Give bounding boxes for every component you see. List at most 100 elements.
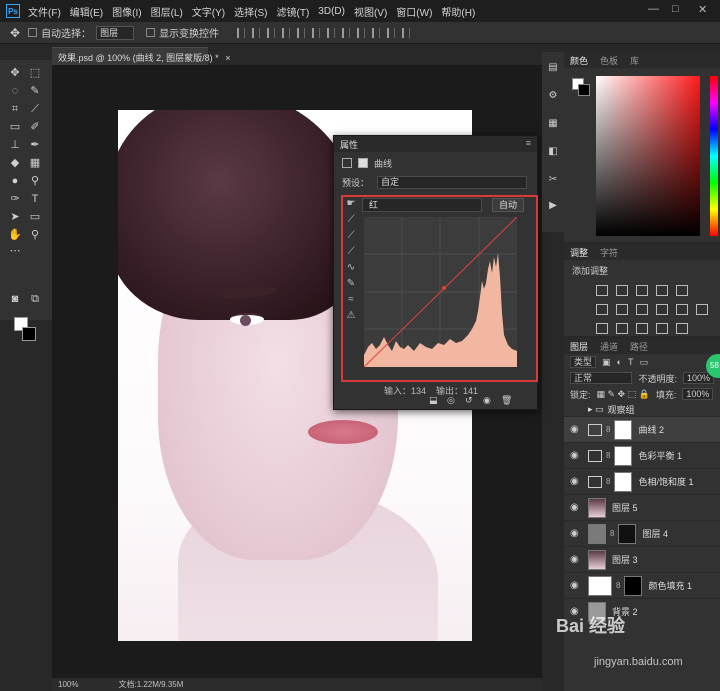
screen-mode-icon[interactable]: ⧉ <box>28 292 42 306</box>
menu-help[interactable]: 帮助(H) <box>441 4 475 19</box>
layer-row[interactable]: ◉ 图层 3 <box>564 546 720 572</box>
invert-icon[interactable] <box>596 323 608 334</box>
gradient-map-icon[interactable] <box>656 323 668 334</box>
brush-settings-icon[interactable]: ⚙ <box>547 90 559 102</box>
properties-panel-icon[interactable]: ▦ <box>547 118 559 130</box>
align-middle-icon[interactable] <box>252 27 261 38</box>
dodge-tool-icon[interactable]: ⚲ <box>28 174 42 188</box>
color-balance-icon[interactable] <box>616 304 628 315</box>
distribute-right-icon[interactable] <box>402 27 411 38</box>
black-point-eyedropper-icon[interactable]: ⟋ <box>344 214 358 230</box>
clip-to-layer-icon[interactable]: ⬓ <box>429 395 439 405</box>
layer-group[interactable]: ▸ ▭ 观察组 <box>564 402 720 416</box>
clone-stamp-tool-icon[interactable]: ⊥ <box>8 138 22 152</box>
menu-view[interactable]: 视图(V) <box>354 4 387 19</box>
channel-mixer-icon[interactable] <box>676 304 688 315</box>
layer-mask-thumb[interactable] <box>614 419 633 440</box>
adjustments-icon[interactable]: ◧ <box>547 146 559 158</box>
pen-tool-icon[interactable]: ✑ <box>8 192 22 206</box>
layer-filter-dropdown[interactable]: 类型 <box>570 356 597 368</box>
menu-3d[interactable]: 3D(D) <box>318 6 345 17</box>
menu-select[interactable]: 选择(S) <box>234 4 267 19</box>
visibility-icon[interactable]: ◉ <box>483 395 493 405</box>
menu-filter[interactable]: 滤镜(T) <box>277 4 310 19</box>
align-left-icon[interactable] <box>282 27 291 38</box>
align-top-icon[interactable] <box>237 27 246 38</box>
layer-thumb[interactable] <box>588 549 606 570</box>
visibility-eye-icon[interactable]: ◉ <box>570 580 580 591</box>
tab-channels[interactable]: 通道 <box>594 340 624 353</box>
tab-close-icon[interactable]: × <box>225 53 230 63</box>
layer-mask-icon[interactable] <box>358 158 368 168</box>
layer-row[interactable]: ◉ 8 色彩平衡 1 <box>564 442 720 468</box>
exposure-icon[interactable] <box>656 285 668 296</box>
maximize-button[interactable]: □ <box>672 3 679 15</box>
visibility-eye-icon[interactable]: ◉ <box>570 476 580 487</box>
menu-window[interactable]: 窗口(W) <box>396 4 432 19</box>
filter-adjust-icon[interactable]: ◐ <box>617 357 622 367</box>
eraser-tool-icon[interactable]: ◆ <box>8 156 22 170</box>
zoom-level[interactable]: 100% <box>58 680 78 689</box>
hand-tool-icon[interactable]: ✋ <box>8 228 22 242</box>
background-color-swatch[interactable] <box>22 327 36 341</box>
target-adjust-icon[interactable]: ☛ <box>344 198 358 214</box>
history-brush-tool-icon[interactable]: ✒ <box>28 138 42 152</box>
layer-mask-thumb[interactable] <box>614 471 633 492</box>
layer-thumb[interactable] <box>588 575 612 596</box>
tab-layers[interactable]: 图层 <box>564 340 594 353</box>
photo-filter-icon[interactable] <box>656 304 668 315</box>
type-tool-icon[interactable]: T <box>28 192 42 206</box>
eyedropper-tool-icon[interactable]: ⟋ <box>28 102 42 116</box>
layer-mask-thumb[interactable] <box>618 523 637 544</box>
healing-tool-icon[interactable]: ▭ <box>8 120 22 134</box>
delete-icon[interactable]: 🗑 <box>501 395 512 405</box>
layer-thumb[interactable] <box>588 523 606 544</box>
pencil-curve-icon[interactable]: ✎ <box>344 278 358 294</box>
black-white-icon[interactable] <box>636 304 648 315</box>
blur-tool-icon[interactable]: ● <box>8 174 22 188</box>
align-right-icon[interactable] <box>312 27 321 38</box>
fill-field[interactable]: 100% <box>682 388 714 400</box>
menu-image[interactable]: 图像(I) <box>112 4 141 19</box>
properties-header[interactable]: 属性 ≡ <box>334 136 537 152</box>
actions-play-icon[interactable]: ▶ <box>547 200 559 212</box>
gradient-tool-icon[interactable]: ▦ <box>28 156 42 170</box>
posterize-icon[interactable] <box>616 323 628 334</box>
zoom-tool-icon[interactable]: ⚲ <box>28 228 42 242</box>
layer-row[interactable]: ◉ 图层 5 <box>564 494 720 520</box>
tool-presets-icon[interactable]: ✂ <box>547 174 559 186</box>
layer-mask-thumb[interactable] <box>624 575 643 596</box>
blend-mode-dropdown[interactable]: 正常 <box>570 372 633 384</box>
vibrance-icon[interactable] <box>676 285 688 296</box>
filter-type-icon[interactable]: T <box>628 357 634 367</box>
distribute-top-icon[interactable] <box>327 27 336 38</box>
path-select-tool-icon[interactable]: ➤ <box>8 210 22 224</box>
filter-pixel-icon[interactable]: ▣ <box>602 357 611 368</box>
layer-select-dropdown[interactable]: 图层 <box>96 25 135 40</box>
history-panel-icon[interactable]: ▤ <box>547 62 559 74</box>
tab-color[interactable]: 颜色 <box>564 54 594 67</box>
channel-dropdown[interactable]: 红 <box>362 198 482 212</box>
curves-graph[interactable] <box>364 217 517 367</box>
layer-row[interactable]: ◉ 8 曲线 2 <box>564 416 720 442</box>
quick-mask-icon[interactable]: ◙ <box>8 292 22 306</box>
layer-row[interactable]: ◉ 8 颜色填充 1 <box>564 572 720 598</box>
menu-file[interactable]: 文件(F) <box>28 4 61 19</box>
reset-icon[interactable]: ↺ <box>465 395 475 405</box>
distribute-center-icon[interactable] <box>387 27 396 38</box>
threshold-icon[interactable] <box>636 323 648 334</box>
visibility-eye-icon[interactable]: ◉ <box>570 554 580 565</box>
tab-libraries[interactable]: 库 <box>624 54 645 67</box>
visibility-eye-icon[interactable]: ◉ <box>570 450 580 461</box>
show-transform-checkbox[interactable] <box>146 28 156 37</box>
layer-thumb[interactable] <box>588 497 606 518</box>
tab-paths[interactable]: 路径 <box>624 340 654 353</box>
gray-point-eyedropper-icon[interactable]: ⟋ <box>344 230 358 246</box>
selective-color-icon[interactable] <box>676 323 688 334</box>
color-lookup-icon[interactable] <box>696 304 708 315</box>
properties-menu-icon[interactable]: ≡ <box>526 138 531 148</box>
lock-icons[interactable]: ▦ ✎ ✥ ⬚ 🔒 <box>597 389 650 400</box>
smooth-curve-icon[interactable]: ≈ <box>344 294 358 310</box>
auto-select-checkbox[interactable] <box>28 28 38 37</box>
clipping-warning-icon[interactable]: ⚠ <box>344 310 358 326</box>
